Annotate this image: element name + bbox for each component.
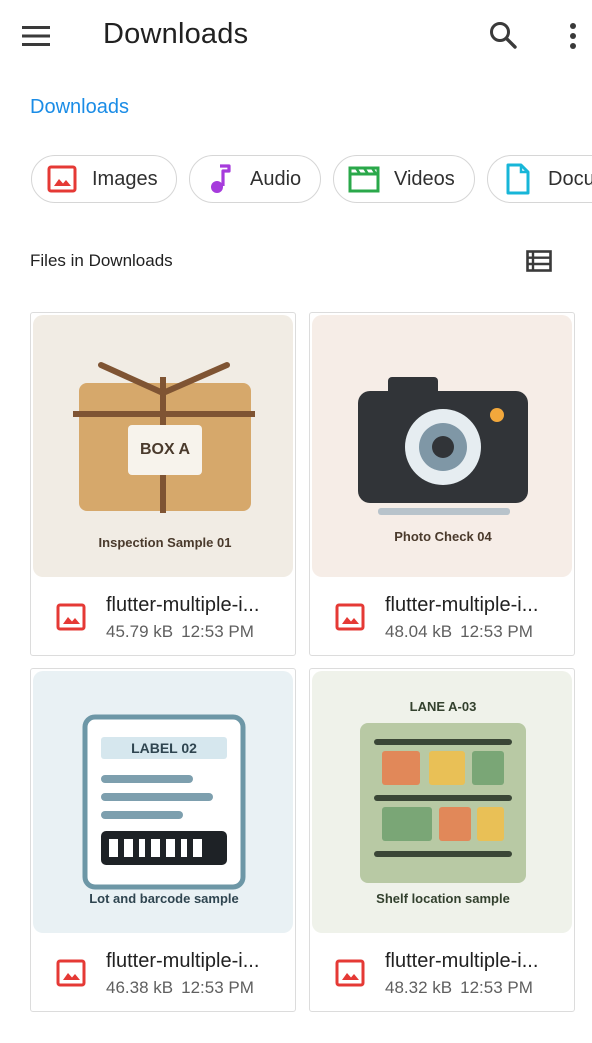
file-card[interactable]: LABEL 02 Lot and barcode sample flutter-… (30, 668, 296, 1012)
chip-images-label: Images (92, 167, 158, 190)
chip-documents-label: Docu (548, 167, 592, 190)
file-size: 46.38 kB (106, 978, 174, 997)
page-title: Downloads (103, 18, 249, 50)
breadcrumb-downloads[interactable]: Downloads (30, 96, 129, 119)
view-toggle-button[interactable] (521, 245, 557, 277)
file-card[interactable]: Photo Check 04 flutter-multiple-i... 48.… (309, 312, 575, 656)
file-size: 48.32 kB (385, 978, 453, 997)
file-time: 12:53 PM (181, 978, 254, 997)
chip-audio-label: Audio (250, 167, 302, 190)
file-name: flutter-multiple-i... (106, 950, 260, 972)
thumbnail-label: LABEL 02 (131, 740, 197, 756)
search-button[interactable] (484, 16, 522, 54)
file-card[interactable]: LANE A-03 Shelf location sample flutter-… (309, 668, 575, 1012)
chip-images[interactable]: Images (31, 155, 177, 203)
thumbnail-caption: Inspection Sample 01 (99, 535, 232, 550)
chip-videos-label: Videos (394, 167, 455, 190)
file-thumbnail: LABEL 02 Lot and barcode sample (33, 671, 293, 933)
file-thumbnail: LANE A-03 Shelf location sample (312, 671, 572, 933)
image-file-icon (56, 603, 86, 631)
section-title: Files in Downloads (30, 251, 173, 270)
image-file-icon (56, 959, 86, 987)
file-name: flutter-multiple-i... (385, 950, 539, 972)
list-view-icon (526, 250, 552, 272)
file-time: 12:53 PM (460, 978, 533, 997)
file-size: 45.79 kB (106, 622, 174, 641)
menu-icon (22, 26, 50, 46)
category-chip-row: Images Audio Videos Docu (0, 155, 592, 205)
file-meta: 45.79 kB 12:53 PM (106, 622, 254, 642)
thumbnail-label: LANE A-03 (410, 699, 477, 714)
file-name: flutter-multiple-i... (106, 594, 260, 616)
app-bar: Downloads (0, 0, 592, 72)
image-file-icon (335, 959, 365, 987)
file-time: 12:53 PM (181, 622, 254, 641)
file-card[interactable]: BOX A Inspection Sample 01 flutter-multi… (30, 312, 296, 656)
more-options-button[interactable] (556, 16, 590, 56)
image-icon (46, 163, 78, 195)
file-meta: 48.32 kB 12:53 PM (385, 978, 533, 998)
file-meta: 46.38 kB 12:53 PM (106, 978, 254, 998)
document-icon (502, 163, 534, 195)
thumbnail-caption: Lot and barcode sample (89, 891, 239, 906)
file-thumbnail: BOX A Inspection Sample 01 (33, 315, 293, 577)
chip-audio[interactable]: Audio (189, 155, 321, 203)
menu-button[interactable] (18, 20, 54, 52)
file-meta: 48.04 kB 12:53 PM (385, 622, 533, 642)
music-note-icon (204, 163, 236, 195)
file-time: 12:53 PM (460, 622, 533, 641)
file-size: 48.04 kB (385, 622, 453, 641)
chip-documents[interactable]: Docu (487, 155, 592, 203)
file-name: flutter-multiple-i... (385, 594, 539, 616)
more-vert-icon (570, 23, 576, 49)
search-icon (490, 22, 517, 49)
image-file-icon (335, 603, 365, 631)
chip-videos[interactable]: Videos (333, 155, 475, 203)
thumbnail-label: BOX A (140, 441, 191, 458)
thumbnail-caption: Photo Check 04 (394, 529, 492, 544)
movie-clapper-icon (348, 163, 380, 195)
file-thumbnail: Photo Check 04 (312, 315, 572, 577)
thumbnail-caption: Shelf location sample (376, 891, 510, 906)
